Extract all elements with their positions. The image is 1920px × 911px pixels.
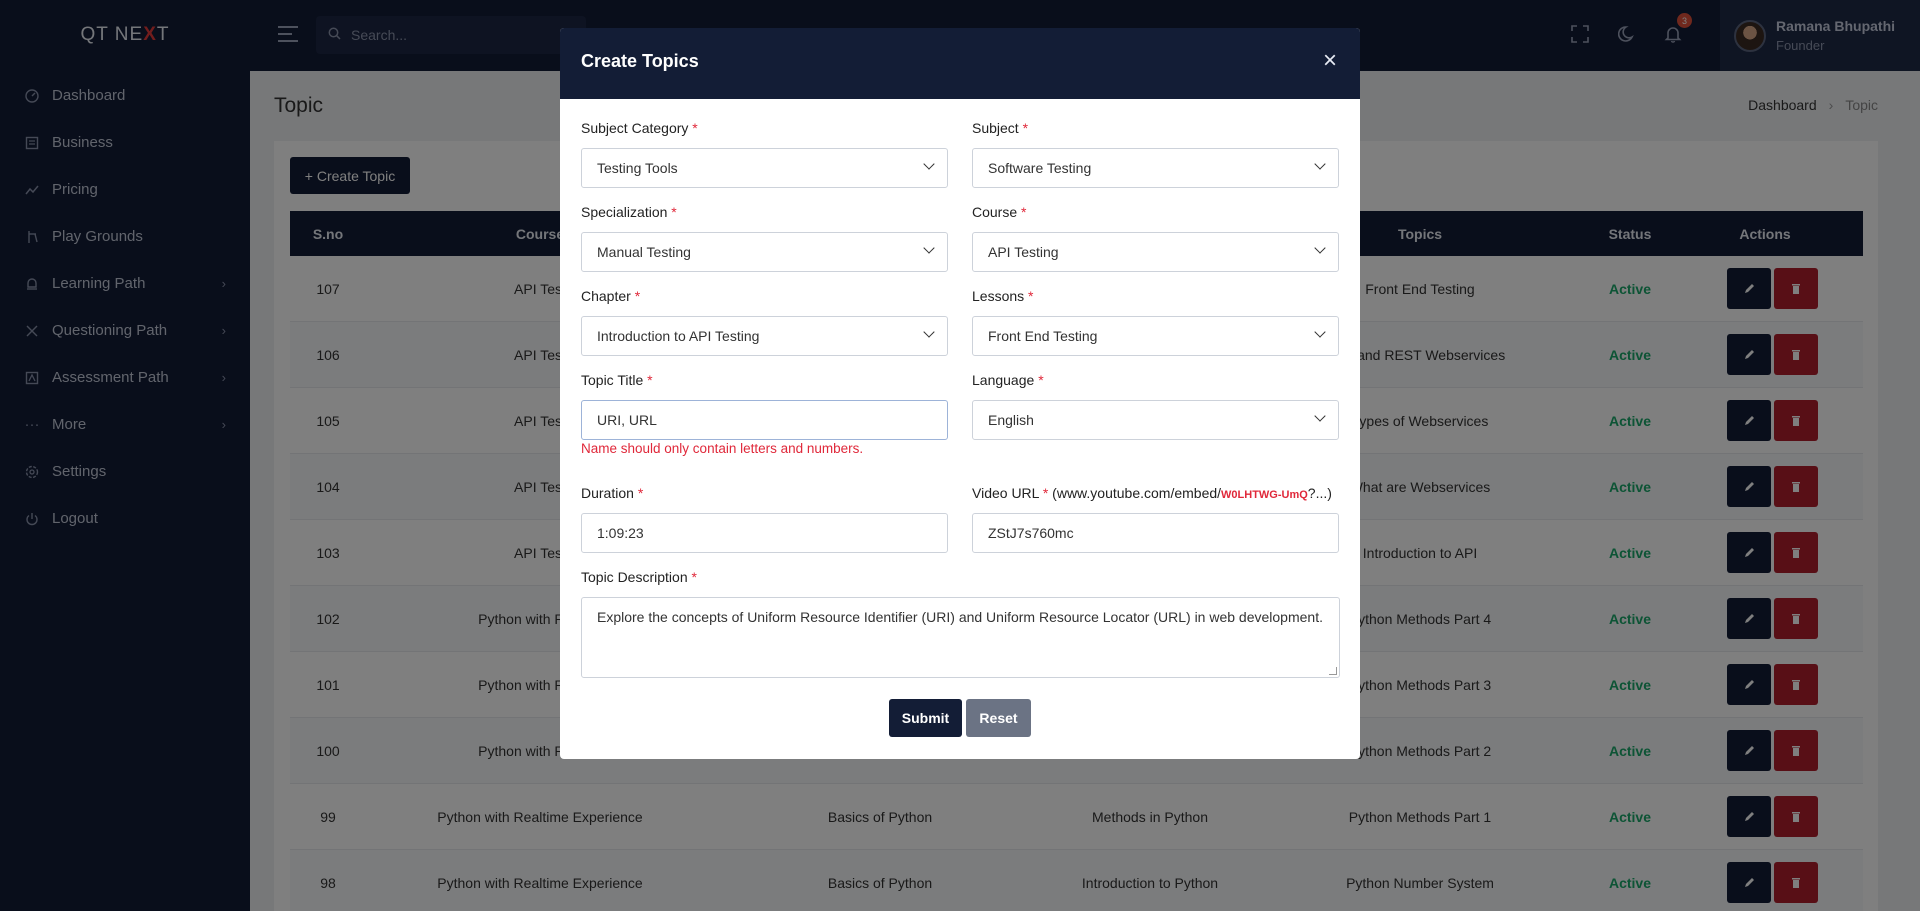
field-label-text: Specialization <box>581 204 668 220</box>
specialization-select[interactable]: Manual Testing <box>581 232 948 272</box>
hint-suffix: ?...) <box>1307 485 1332 501</box>
required-mark: * <box>1028 288 1034 304</box>
topic-title-error: Name should only contain letters and num… <box>581 441 864 456</box>
textarea-value: Explore the concepts of Uniform Resource… <box>597 609 1323 625</box>
required-mark: * <box>671 204 677 220</box>
field-label-text: Duration <box>581 485 634 501</box>
subject-category-select[interactable]: Testing Tools <box>581 148 948 188</box>
required-mark: * <box>1022 120 1029 136</box>
required-mark: * <box>1038 372 1044 388</box>
modal-title: Create Topics <box>581 51 699 71</box>
topic-description-label: Topic Description * <box>581 569 697 585</box>
required-mark: * <box>1042 485 1049 501</box>
field-label-text: Video URL <box>972 485 1039 501</box>
specialization-label: Specialization * <box>581 204 677 220</box>
chevron-down-icon <box>923 242 935 254</box>
chevron-down-icon <box>1314 158 1326 170</box>
required-mark: * <box>691 569 697 585</box>
select-value: Manual Testing <box>597 244 691 260</box>
resize-handle-icon[interactable] <box>1329 667 1337 675</box>
field-label-text: Subject <box>972 120 1019 136</box>
lessons-select[interactable]: Front End Testing <box>972 316 1339 356</box>
select-value: Software Testing <box>988 160 1092 176</box>
create-topics-modal: Create Topics × Subject Category * Testi… <box>560 28 1360 759</box>
input-value: URI, URL <box>597 412 657 428</box>
select-value: Introduction to API Testing <box>597 328 760 344</box>
duration-label: Duration * <box>581 485 643 501</box>
select-value: Front End Testing <box>988 328 1098 344</box>
video-url-hint: (www.youtube.com/embed/W0LHTWG-UmQ?...) <box>1052 485 1332 501</box>
select-value: API Testing <box>988 244 1059 260</box>
reset-button[interactable]: Reset <box>966 699 1031 737</box>
required-mark: * <box>634 288 641 304</box>
modal-header: Create Topics × <box>560 28 1360 99</box>
field-label-text: Lessons <box>972 288 1025 304</box>
course-label: Course * <box>972 204 1026 220</box>
language-select[interactable]: English <box>972 400 1339 440</box>
lessons-label: Lessons * <box>972 288 1034 304</box>
required-mark: * <box>692 120 698 136</box>
duration-input[interactable]: 1:09:23 <box>581 513 948 553</box>
language-label: Language * <box>972 372 1044 388</box>
chevron-down-icon <box>1314 242 1326 254</box>
required-mark: * <box>637 485 644 501</box>
field-label-text: Topic Description <box>581 569 688 585</box>
field-label-text: Subject Category <box>581 120 689 136</box>
topic-description-textarea[interactable]: Explore the concepts of Uniform Resource… <box>581 597 1340 678</box>
hint-prefix: (www.youtube.com/embed/ <box>1052 485 1222 501</box>
chevron-down-icon <box>1314 326 1326 338</box>
topic-title-label: Topic Title * <box>581 372 653 388</box>
required-mark: * <box>647 372 653 388</box>
chapter-select[interactable]: Introduction to API Testing <box>581 316 948 356</box>
hint-video-id: W0LHTWG-UmQ <box>1221 489 1308 501</box>
required-mark: * <box>1021 204 1027 220</box>
course-select[interactable]: API Testing <box>972 232 1339 272</box>
chevron-down-icon <box>923 158 935 170</box>
input-value: 1:09:23 <box>597 525 644 541</box>
chapter-label: Chapter * <box>581 288 640 304</box>
input-value: ZStJ7s760mc <box>988 525 1074 541</box>
chevron-down-icon <box>923 326 935 338</box>
field-label-text: Language <box>972 372 1035 388</box>
video-url-label: Video URL * (www.youtube.com/embed/W0LHT… <box>972 485 1332 501</box>
topic-title-input[interactable]: URI, URL <box>581 400 948 440</box>
field-label-text: Chapter <box>581 288 631 304</box>
subject-select[interactable]: Software Testing <box>972 148 1339 188</box>
select-value: English <box>988 412 1034 428</box>
close-icon[interactable]: × <box>1318 49 1342 74</box>
submit-button[interactable]: Submit <box>889 699 962 737</box>
subject-category-label: Subject Category * <box>581 120 698 136</box>
subject-label: Subject * <box>972 120 1028 136</box>
select-value: Testing Tools <box>597 160 678 176</box>
field-label-text: Topic Title <box>581 372 644 388</box>
field-label-text: Course <box>972 204 1018 220</box>
chevron-down-icon <box>1314 410 1326 422</box>
video-url-input[interactable]: ZStJ7s760mc <box>972 513 1339 553</box>
